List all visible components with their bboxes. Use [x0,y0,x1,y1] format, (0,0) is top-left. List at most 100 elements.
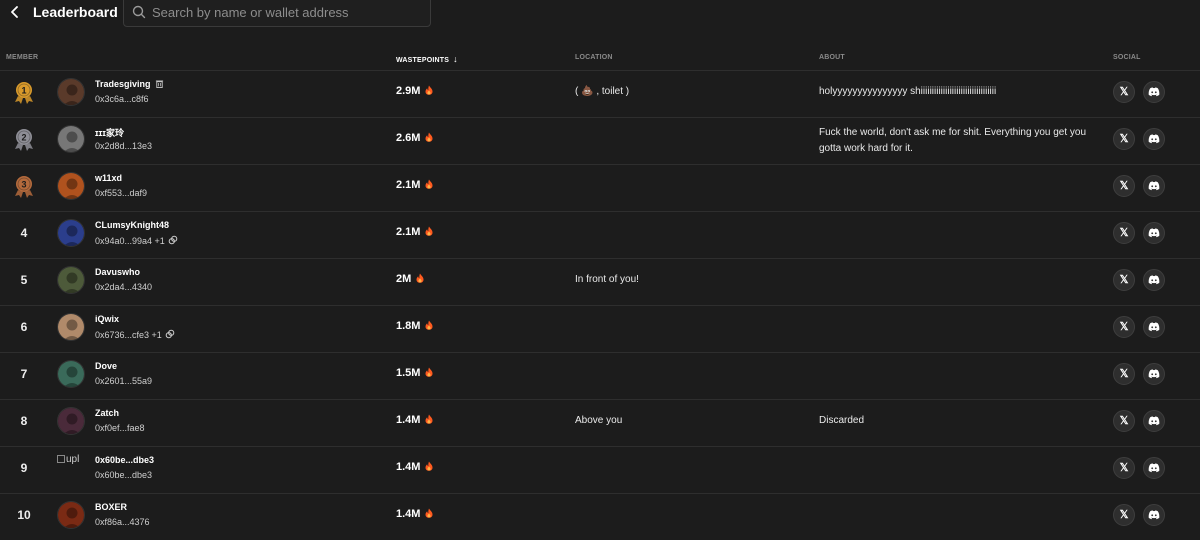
discord-social-button[interactable] [1143,504,1165,526]
x-social-button[interactable]: 𝕏 [1113,175,1135,197]
avatar[interactable] [57,313,85,341]
rank-number: 10 [17,508,31,522]
x-logo-icon: 𝕏 [1119,461,1129,474]
table-row[interactable]: 7 Dove 0x2601...55a9 1.5M 𝕏 [0,352,1200,399]
avatar[interactable] [57,501,85,529]
avatar-image [58,361,84,387]
rank-number: 8 [20,414,28,428]
avatar[interactable]: upl [57,454,85,482]
member-name[interactable]: Dove [95,361,117,371]
wallet-address-text: 0x6736...cfe3 +1 [95,330,162,340]
flame-icon [425,414,433,424]
x-social-button[interactable]: 𝕏 [1113,128,1135,150]
member-name[interactable]: BOXER [95,502,127,512]
member-name-text: 0x60be...dbe3 [95,455,155,465]
wastepoints-value: 1.4M [396,508,433,520]
flame-icon [425,179,433,189]
wallet-address: 0x2d8d...13e3 [95,141,152,151]
location-text: In front of you! [575,274,639,285]
table-row[interactable]: 1 Tradesgiving 0x3c6a...c8f6 2.9M ( 💩 , toi… [0,70,1200,117]
avatar-image [58,267,84,293]
avatar[interactable] [57,125,85,153]
flame-icon [425,508,433,518]
wastepoints-text: 1.4M [396,461,421,473]
discord-social-button[interactable] [1143,363,1165,385]
discord-social-button[interactable] [1143,316,1165,338]
member-name-text: ɪɪɪ家玲 [95,128,124,138]
search-box[interactable] [123,0,431,27]
wallet-address: 0x2da4...4340 [95,282,152,292]
discord-icon [1148,275,1160,285]
member-name[interactable]: Tradesgiving [95,79,164,89]
table-row[interactable]: 3 w11xd 0xf553...daf9 2.1M 𝕏 [0,164,1200,211]
table-row[interactable]: 5 Davuswho 0x2da4...4340 2M In front of you… [0,258,1200,305]
x-social-button[interactable]: 𝕏 [1113,81,1135,103]
wastepoints-text: 2.6M [396,132,421,144]
avatar[interactable] [57,219,85,247]
member-name-text: Davuswho [95,267,141,277]
location-text: ( 💩 , toilet ) [575,86,630,97]
table-row[interactable]: 6 iQwix 0x6736...cfe3 +1 1.8M 𝕏 [0,305,1200,352]
member-name[interactable]: 0x60be...dbe3 [95,455,154,465]
x-social-button[interactable]: 𝕏 [1113,457,1135,479]
table-row[interactable]: 8 Zatch 0xf0ef...fae8 1.4M Above you Discard… [0,399,1200,446]
avatar[interactable] [57,78,85,106]
discord-social-button[interactable] [1143,410,1165,432]
link-icon[interactable] [165,329,175,339]
broken-image-icon [57,455,65,463]
table-row[interactable]: 2 ɪɪɪ家玲 0x2d8d...13e3 2.6M Fuck the world, … [0,117,1200,164]
member-name[interactable]: Davuswho [95,267,140,277]
table-row[interactable]: 4 CLumsyKnight48 0x94a0...99a4 +1 2.1M 𝕏 [0,211,1200,258]
x-social-button[interactable]: 𝕏 [1113,316,1135,338]
wallet-address-text: 0xf86a...4376 [95,517,150,527]
back-button[interactable] [6,3,24,21]
rank-number: 9 [20,461,28,475]
x-logo-icon: 𝕏 [1119,414,1129,427]
discord-social-button[interactable] [1143,81,1165,103]
rank-medal-icon: 3 [15,176,33,198]
rank-number: 7 [20,367,28,381]
x-social-button[interactable]: 𝕏 [1113,410,1135,432]
wastepoints-text: 1.5M [396,367,421,379]
discord-social-button[interactable] [1143,128,1165,150]
table-row[interactable]: 10 BOXER 0xf86a...4376 1.4M 𝕏 [0,493,1200,540]
search-input[interactable] [152,1,422,23]
column-header-wastepoints-label: WASTEPOINTS [396,57,450,64]
member-name-text: Zatch [95,408,120,418]
member-name-text: CLumsyKnight48 [95,220,170,230]
avatar[interactable] [57,172,85,200]
wallet-address-text: 0x60be...dbe3 [95,470,153,480]
discord-social-button[interactable] [1143,269,1165,291]
column-header-wastepoints[interactable]: WASTEPOINTS ↓ [396,54,458,64]
x-social-button[interactable]: 𝕏 [1113,363,1135,385]
member-name[interactable]: ɪɪɪ家玲 [95,126,124,139]
x-social-button[interactable]: 𝕏 [1113,269,1135,291]
discord-social-button[interactable] [1143,175,1165,197]
x-logo-icon: 𝕏 [1119,179,1129,192]
avatar[interactable] [57,407,85,435]
wallet-address-text: 0x2da4...4340 [95,282,153,292]
wastepoints-value: 1.5M [396,367,433,379]
table-row[interactable]: 9 upl 0x60be...dbe3 0x60be...dbe3 1.4M 𝕏 [0,446,1200,493]
discord-social-button[interactable] [1143,222,1165,244]
wastepoints-text: 2.1M [396,179,421,191]
wastepoints-text: 2.9M [396,85,421,97]
rank-number: 6 [20,320,28,334]
x-social-button[interactable]: 𝕏 [1113,222,1135,244]
member-name[interactable]: CLumsyKnight48 [95,220,169,230]
link-icon[interactable] [168,235,178,245]
x-logo-icon: 𝕏 [1119,320,1129,333]
about-text: Fuck the world, don't ask me for shit. E… [819,127,1087,154]
member-name[interactable]: w11xd [95,173,122,183]
avatar[interactable] [57,360,85,388]
x-logo-icon: 𝕏 [1119,508,1129,521]
wastepoints-text: 2.1M [396,226,421,238]
member-name[interactable]: Zatch [95,408,119,418]
flame-icon [425,461,433,471]
avatar[interactable] [57,266,85,294]
member-name[interactable]: iQwix [95,314,119,324]
rank-medal-icon: 1 [15,82,33,104]
trash-icon [155,80,163,88]
x-social-button[interactable]: 𝕏 [1113,504,1135,526]
discord-social-button[interactable] [1143,457,1165,479]
